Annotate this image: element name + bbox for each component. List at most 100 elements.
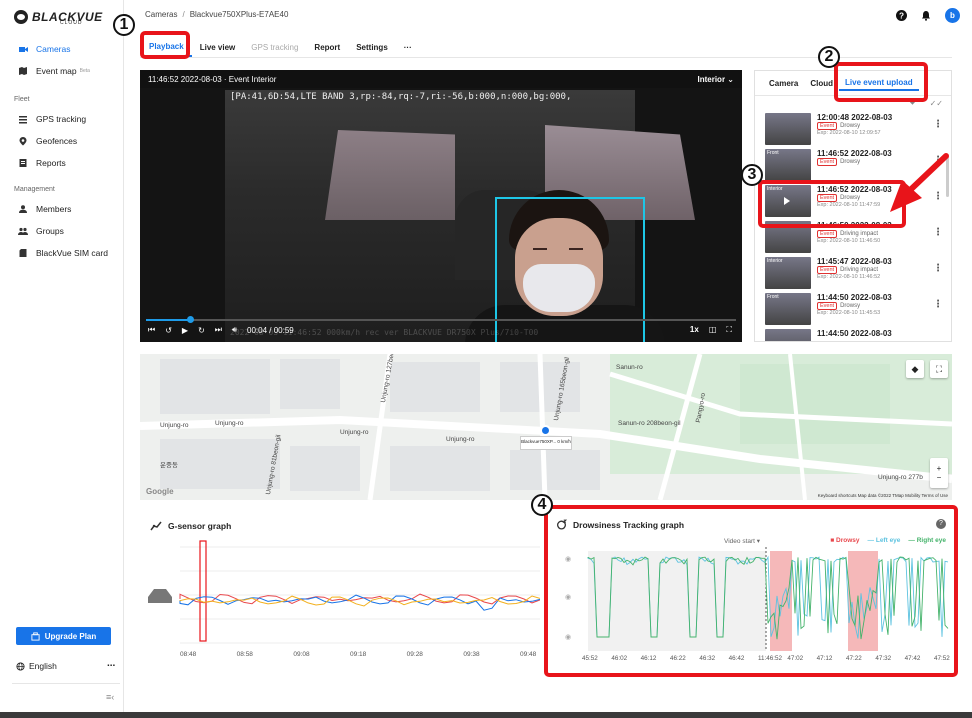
map-label: Unjung-ro (446, 436, 475, 443)
map-fullscreen-icon[interactable]: ⛶ (930, 360, 948, 378)
event-time: 11:44:50 2022-08-03 (817, 329, 892, 338)
skip-start-icon[interactable]: ⏮ (148, 325, 155, 335)
nav-management: Management Members Groups BlackVue SIM c… (0, 180, 124, 264)
sidebar-item-label: Cameras (36, 44, 71, 54)
sidebar-item-label: Groups (36, 226, 64, 236)
car-location-label: Blackvue750XP... 0 km/h (520, 436, 572, 450)
event-list-item[interactable]: Interior 11:45:47 2022-08-03 Event Driving … (755, 257, 943, 293)
fullscreen-icon[interactable]: ⛶ (726, 325, 732, 335)
tab-more[interactable]: ··· (396, 37, 420, 57)
sidebar-item-gps-tracking[interactable]: GPS tracking (0, 108, 124, 130)
video-player[interactable]: 11:46:52 2022-08-03 · Event Interior Int… (140, 70, 742, 342)
event-thumbnail[interactable]: Front (765, 149, 811, 181)
event-tag: Event (817, 230, 838, 238)
annotation-callout-1: 1 (113, 14, 135, 36)
video-progress-bar[interactable] (146, 319, 736, 321)
section-heading-management: Management (14, 185, 55, 193)
svg-text:?: ? (899, 12, 904, 21)
sidebar-item-label: Geofences (36, 136, 78, 146)
more-vertical-icon[interactable]: ⋮ (933, 299, 943, 310)
more-vertical-icon[interactable]: ⋮ (933, 119, 943, 130)
camera-icon (19, 47, 28, 52)
tab-settings[interactable]: Settings (348, 37, 396, 57)
upgrade-plan-label: Upgrade Plan (44, 631, 97, 641)
map-zoom-control[interactable]: + − (930, 458, 948, 488)
axis-tick-label: 09:28 (406, 651, 423, 658)
avatar[interactable]: b (945, 8, 960, 23)
view-selector[interactable]: Interior ⌄ (698, 75, 735, 84)
g-sensor-title: G-sensor graph (150, 521, 231, 531)
sidebar-item-groups[interactable]: Groups (0, 220, 124, 242)
sidebar-item-label: BlackVue SIM card (36, 248, 108, 258)
more-vertical-icon[interactable]: ⋮ (933, 263, 943, 274)
sidebar-item-sim-card[interactable]: BlackVue SIM card (0, 242, 124, 264)
skip-end-icon[interactable]: ⏭ (215, 325, 222, 335)
axis-tick-label: 09:38 (463, 651, 480, 658)
video-title: 11:46:52 2022-08-03 · Event Interior (148, 74, 277, 84)
g-sensor-chart[interactable] (140, 537, 540, 667)
event-type: Drowsy (840, 159, 861, 165)
help-icon[interactable]: ? (896, 10, 907, 21)
event-list-item[interactable]: 12:00:48 2022-08-03 Event Drowsy Exp: 2022-… (755, 113, 943, 149)
breadcrumb-cameras[interactable]: Cameras (145, 10, 177, 19)
language-selector[interactable]: English (16, 661, 57, 671)
gps-icon (19, 116, 27, 124)
group-icon (18, 227, 28, 235)
sidebar-item-label: Members (36, 204, 72, 214)
g-sensor-title-text: G-sensor graph (168, 521, 232, 531)
sidebar-item-reports[interactable]: Reports (0, 152, 124, 174)
car-location-marker[interactable] (540, 425, 551, 436)
sidebar-item-cameras[interactable]: Cameras (0, 38, 124, 60)
thumbnail-label: Front (767, 294, 779, 300)
rewind-icon[interactable]: ↺ (165, 326, 172, 335)
bell-icon[interactable] (921, 10, 931, 21)
play-icon[interactable]: ▶ (182, 326, 188, 335)
video-progress-handle[interactable] (187, 316, 195, 323)
map-view[interactable]: Unjung-ro Unjung-ro Unjung-ro Unjung-ro … (140, 354, 952, 500)
event-info: 11:44:50 2022-08-03 (817, 329, 892, 338)
blackvue-logo-icon (14, 10, 28, 24)
event-time: 11:44:50 2022-08-03 (817, 293, 892, 302)
annotation-box-1 (140, 31, 190, 59)
event-type: Drowsy (840, 123, 861, 129)
forward-icon[interactable]: ↻ (198, 326, 205, 335)
event-thumbnail[interactable] (765, 329, 811, 341)
event-tag: Event (817, 122, 838, 130)
event-list-item[interactable]: 11:44:50 2022-08-03 (755, 329, 943, 341)
volume-icon[interactable]: 🔊︎ (232, 325, 237, 335)
tab-camera[interactable]: Camera (763, 75, 804, 91)
more-vertical-icon[interactable]: ⋮ (933, 227, 943, 238)
more-options-button[interactable]: ... (107, 658, 115, 669)
annotation-callout-2: 2 (818, 46, 840, 68)
event-expiry: Exp: 2022-08-10 12:09:57 (817, 130, 881, 136)
tab-live-view[interactable]: Live view (192, 37, 244, 57)
tab-gps-tracking[interactable]: GPS tracking (243, 37, 306, 57)
map-label: Unjung-ro (215, 420, 244, 427)
google-logo: Google (146, 487, 174, 496)
sidebar-item-event-map[interactable]: Event map Beta (0, 60, 124, 82)
split-view-icon[interactable]: ◫ (709, 325, 717, 335)
event-list-item[interactable]: Front 11:44:50 2022-08-03 Event Drowsy Exp: … (755, 293, 943, 329)
video-time: 00:04 / 00:59 (247, 325, 294, 335)
video-overlay-text: [PA:41,6D:54,LTE BAND 3,rp:-84,rq:-7,ri:… (230, 92, 572, 102)
upgrade-plan-button[interactable]: Upgrade Plan (16, 627, 111, 645)
event-thumbnail[interactable]: Front (765, 293, 811, 325)
map-label: Sanun-ro (616, 364, 643, 371)
event-info: 11:45:47 2022-08-03 Event Driving impact Ex… (817, 257, 892, 280)
sidebar-item-members[interactable]: Members (0, 198, 124, 220)
video-controls-right: 1x ◫ ⛶ (690, 325, 732, 335)
select-all-icon[interactable]: ✓✓ (930, 99, 943, 109)
tab-report[interactable]: Report (306, 37, 348, 57)
car-icon (148, 589, 172, 603)
map-layers-icon[interactable]: ◆ (906, 360, 924, 378)
member-icon (19, 205, 27, 213)
playback-speed[interactable]: 1x (690, 325, 699, 335)
nav-fleet: Fleet GPS tracking Geofences Reports (0, 90, 124, 174)
event-thumbnail[interactable] (765, 113, 811, 145)
g-sensor-icon (150, 521, 162, 531)
brand-sub: CLOUD (60, 20, 83, 26)
sidebar-item-geofences[interactable]: Geofences (0, 130, 124, 152)
annotation-box-4 (544, 505, 958, 677)
collapse-sidebar-icon[interactable]: ≡‹ (106, 692, 114, 702)
event-thumbnail[interactable]: Interior (765, 257, 811, 289)
